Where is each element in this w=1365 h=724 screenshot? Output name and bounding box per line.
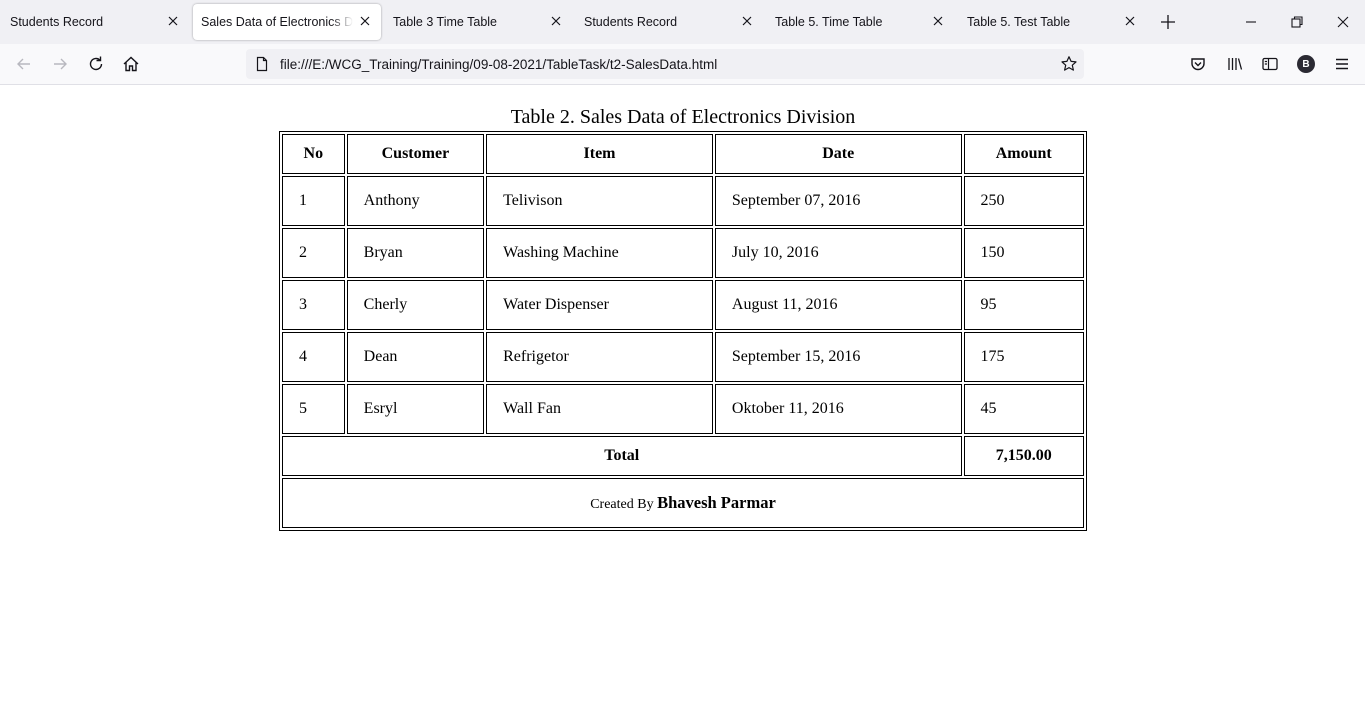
cell-amount: 150 [963,228,1084,278]
close-icon[interactable] [358,14,372,28]
page-content: Table 2. Sales Data of Electronics Divis… [0,85,1365,724]
tab-sales-data[interactable]: Sales Data of Electronics Division [193,4,381,40]
home-button[interactable] [121,54,141,74]
tab-label: Table 3 Time Table [393,15,497,29]
tab-students-record-2[interactable]: Students Record [574,0,764,44]
tab-label: Table 5. Test Table [967,15,1071,29]
navigation-toolbar: file:///E:/WCG_Training/Training/09-08-2… [0,44,1365,85]
cell-date: Oktober 11, 2016 [714,384,962,434]
forward-button[interactable] [50,54,70,74]
table-row: 3 Cherly Water Dispenser August 11, 2016… [282,280,1084,330]
arrow-left-icon [17,58,30,70]
library-button[interactable] [1225,54,1245,74]
hamburger-menu-icon [1336,58,1348,70]
total-value: 7,150.00 [963,436,1084,476]
cell-no: 3 [282,280,345,330]
cell-customer: Dean [346,332,485,382]
cell-amount: 250 [963,176,1084,226]
library-icon [1228,58,1243,70]
account-avatar[interactable]: B [1297,55,1315,73]
cell-item: Water Dispenser [486,280,713,330]
tab-table5-test-table[interactable]: Table 5. Test Table [957,0,1147,44]
tab-strip: Students Record Sales Data of Electronic… [0,0,1365,44]
menu-button[interactable] [1332,54,1352,74]
cell-amount: 95 [963,280,1084,330]
sidebar-icon [1262,57,1278,71]
cell-amount: 175 [963,332,1084,382]
header-no: No [282,134,345,174]
table-row: 4 Dean Refrigetor September 15, 2016 175 [282,332,1084,382]
table-row: 1 Anthony Telivison September 07, 2016 2… [282,176,1084,226]
cell-date: September 15, 2016 [714,332,962,382]
tab-label: Students Record [10,15,104,29]
sales-data-table: Table 2. Sales Data of Electronics Divis… [279,106,1087,531]
cell-date: September 07, 2016 [714,176,962,226]
tab-table5-time-table[interactable]: Table 5. Time Table [765,0,955,44]
header-amount: Amount [963,134,1084,174]
home-icon [123,56,139,72]
cell-no: 4 [282,332,345,382]
table-row: 2 Bryan Washing Machine July 10, 2016 15… [282,228,1084,278]
reload-button[interactable] [86,54,106,74]
cell-no: 1 [282,176,345,226]
close-icon[interactable] [166,14,180,28]
footer-cell: Created By Bhavesh Parmar [282,478,1084,528]
sidebar-button[interactable] [1260,54,1280,74]
minimize-button[interactable] [1241,12,1261,32]
table-caption: Table 2. Sales Data of Electronics Divis… [510,106,856,128]
header-item: Item [486,134,713,174]
cell-no: 2 [282,228,345,278]
close-icon[interactable] [740,14,754,28]
tab-table3-time-table[interactable]: Table 3 Time Table [383,0,573,44]
header-customer: Customer [346,134,485,174]
minimize-icon [1246,21,1256,23]
table-header-row: No Customer Item Date Amount [282,134,1084,174]
close-icon [1337,16,1349,28]
cell-no: 5 [282,384,345,434]
total-row: Total 7,150.00 [282,436,1084,476]
restore-button[interactable] [1287,12,1307,32]
table-row: 5 Esryl Wall Fan Oktober 11, 2016 45 [282,384,1084,434]
tab-label: Sales Data of Electronics Division [201,15,353,29]
cell-customer: Esryl [346,384,485,434]
cell-item: Telivison [486,176,713,226]
close-icon[interactable] [1123,14,1137,28]
footer-row: Created By Bhavesh Parmar [282,478,1084,528]
cell-customer: Cherly [346,280,485,330]
total-label: Total [282,436,962,476]
restore-icon [1291,16,1303,28]
cell-customer: Bryan [346,228,485,278]
pocket-icon [1191,58,1205,71]
address-bar[interactable]: file:///E:/WCG_Training/Training/09-08-2… [246,49,1084,79]
cell-customer: Anthony [346,176,485,226]
cell-date: August 11, 2016 [714,280,962,330]
plus-icon [1161,15,1175,29]
cell-item: Refrigetor [486,332,713,382]
back-button[interactable] [14,54,34,74]
bookmark-star-icon[interactable] [1060,55,1078,73]
arrow-right-icon [54,58,67,70]
reload-icon [89,56,103,71]
cell-date: July 10, 2016 [714,228,962,278]
close-icon[interactable] [931,14,945,28]
url-text[interactable]: file:///E:/WCG_Training/Training/09-08-2… [280,57,717,72]
tab-label: Students Record [584,15,678,29]
cell-item: Wall Fan [486,384,713,434]
new-tab-button[interactable] [1158,12,1178,32]
close-window-button[interactable] [1333,12,1353,32]
cell-amount: 45 [963,384,1084,434]
created-by-label: Created By [590,497,654,512]
cell-item: Washing Machine [486,228,713,278]
header-date: Date [714,134,962,174]
author-name: Bhavesh Parmar [657,493,776,512]
tab-students-record[interactable]: Students Record [0,0,190,44]
pocket-button[interactable] [1188,54,1208,74]
tab-label: Table 5. Time Table [775,15,883,29]
close-icon[interactable] [549,14,563,28]
page-icon [254,56,270,72]
